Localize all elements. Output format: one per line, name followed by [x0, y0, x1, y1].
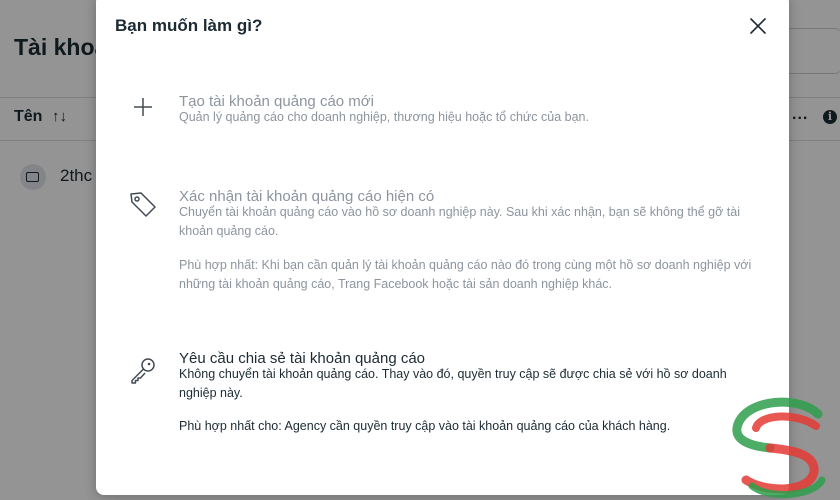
option-best-for-note: Phù hợp nhất: Khi bạn cần quản lý tài kh…	[179, 258, 752, 291]
option-description: Quản lý quảng cáo cho doanh nghiệp, thươ…	[179, 110, 589, 124]
close-button[interactable]	[746, 14, 770, 38]
watermark-logo	[732, 397, 826, 499]
dialog-title: Bạn muốn làm gì?	[115, 16, 263, 35]
option-best-for-note: Phù hợp nhất cho: Agency cần quyền truy …	[179, 419, 671, 433]
what-do-you-want-dialog: Bạn muốn làm gì? Tạo tài khoản quảng cáo…	[96, 0, 789, 495]
close-icon	[750, 18, 766, 34]
option-description: Chuyển tài khoản quảng cáo vào hồ sơ doa…	[179, 205, 741, 238]
key-icon	[131, 358, 155, 384]
option-description: Không chuyển tài khoản quảng cáo. Thay v…	[179, 367, 727, 400]
tag-icon	[130, 192, 156, 217]
plus-icon	[134, 98, 152, 116]
